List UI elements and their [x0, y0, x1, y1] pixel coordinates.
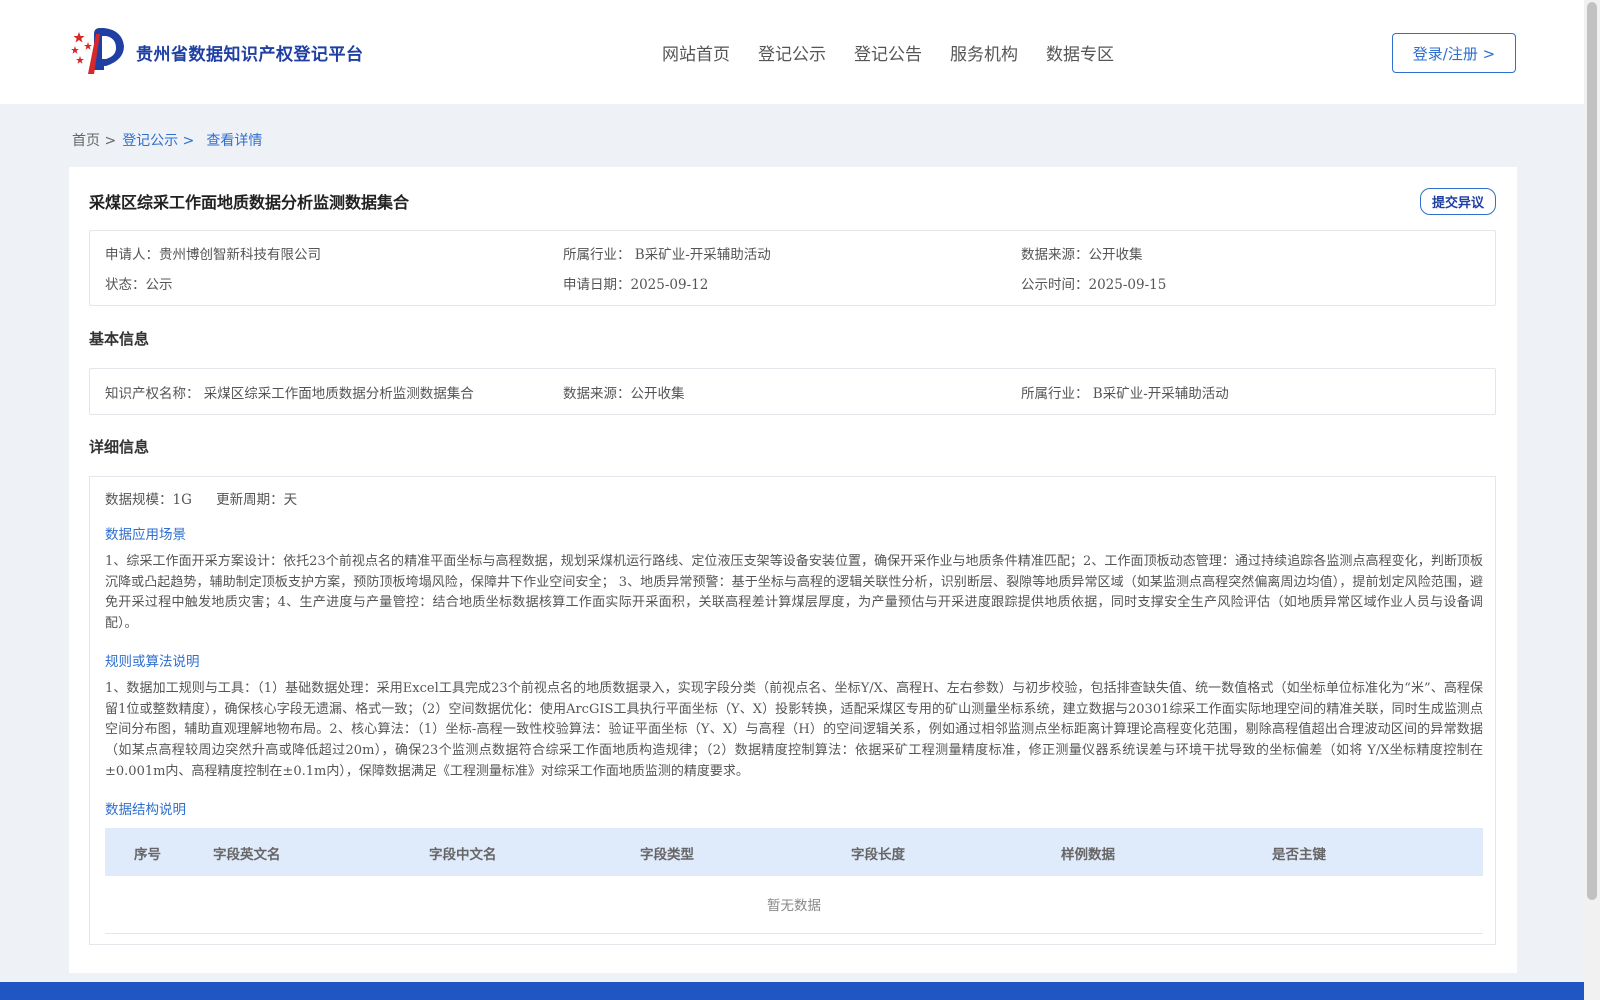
breadcrumb-list[interactable]: 登记公示 > — [122, 130, 194, 150]
col-index: 序号 — [134, 847, 161, 863]
breadcrumb-home[interactable]: 首页 > — [72, 130, 116, 150]
algorithm-text: 1、数据加工规则与工具：（1）基础数据处理：采用Excel工具完成23个前视点名… — [105, 681, 1483, 779]
data-scale: 数据规模：1G — [105, 492, 192, 508]
scenario-heading: 数据应用场景 — [105, 527, 186, 543]
basic-info-heading: 基本信息 — [89, 330, 150, 348]
page-scrollbar[interactable] — [1584, 0, 1600, 1000]
detail-info-box: 数据规模：1G 更新周期：天 数据应用场景 1、综采工作面开采方案设计：依托23… — [89, 476, 1496, 945]
status: 状态：公示 — [105, 277, 173, 293]
scrollbar-thumb[interactable] — [1587, 2, 1597, 900]
basic-data-source: 数据来源：公开收集 — [563, 386, 685, 402]
detail-card: 采煤区综采工作面地质数据分析监测数据集合 提交异议 申请人：贵州博创智新科技有限… — [69, 167, 1517, 973]
col-primary-key: 是否主键 — [1272, 847, 1326, 863]
table-empty-text: 暂无数据 — [767, 898, 821, 914]
scenario-text: 1、综采工作面开采方案设计：依托23个前视点名的精准平面坐标与高程数据，规划采煤… — [105, 554, 1483, 632]
table-header-row: 序号 字段英文名 字段中文名 字段类型 字段长度 样例数据 是否主键 — [105, 828, 1483, 876]
structure-heading: 数据结构说明 — [105, 802, 186, 818]
nav-registration-announcement[interactable]: 登记公告 — [854, 40, 922, 65]
detail-info-heading: 详细信息 — [89, 438, 150, 456]
breadcrumb-current: 查看详情 — [206, 133, 263, 149]
main-nav: 网站首页 登记公示 登记公告 服务机构 数据专区 — [662, 40, 1142, 65]
applicant: 申请人：贵州博创智新科技有限公司 — [105, 247, 321, 263]
nav-service-agencies[interactable]: 服务机构 — [950, 40, 1018, 65]
nav-data-zone[interactable]: 数据专区 — [1046, 40, 1114, 65]
publish-date: 公示时间：2025-09-15 — [1021, 277, 1167, 293]
logo-emblem-icon — [71, 28, 124, 74]
site-header: 贵州省数据知识产权登记平台 网站首页 登记公示 登记公告 服务机构 数据专区 登… — [0, 0, 1584, 104]
site-name: 贵州省数据知识产权登记平台 — [136, 44, 364, 65]
breadcrumb: 首页 > 登记公示 > 查看详情 — [72, 130, 268, 150]
site-footer — [0, 982, 1584, 1000]
submit-objection-button[interactable]: 提交异议 — [1420, 188, 1496, 215]
algorithm-heading: 规则或算法说明 — [105, 654, 200, 670]
login-register-button[interactable]: 登录/注册 > — [1392, 33, 1516, 73]
industry: 所属行业： B采矿业-开采辅助活动 — [563, 247, 771, 263]
col-field-cn: 字段中文名 — [429, 847, 497, 863]
table-divider — [105, 933, 1483, 934]
data-source: 数据来源：公开收集 — [1021, 247, 1143, 263]
scale-line: 数据规模：1G 更新周期：天 — [105, 488, 317, 508]
update-cycle: 更新周期：天 — [216, 492, 298, 508]
col-field-length: 字段长度 — [851, 847, 905, 863]
nav-registration-public[interactable]: 登记公示 — [758, 40, 826, 65]
site-logo[interactable]: 贵州省数据知识产权登记平台 — [70, 26, 364, 78]
summary-box: 申请人：贵州博创智新科技有限公司 所属行业： B采矿业-开采辅助活动 数据来源：… — [89, 230, 1496, 306]
col-field-en: 字段英文名 — [213, 847, 281, 863]
ip-name: 知识产权名称： 采煤区综采工作面地质数据分析监测数据集合 — [105, 386, 474, 402]
nav-home[interactable]: 网站首页 — [662, 40, 730, 65]
basic-industry: 所属行业： B采矿业-开采辅助活动 — [1021, 386, 1229, 402]
apply-date: 申请日期：2025-09-12 — [563, 277, 709, 293]
col-sample: 样例数据 — [1061, 847, 1115, 863]
col-field-type: 字段类型 — [640, 847, 694, 863]
page-title: 采煤区综采工作面地质数据分析监测数据集合 — [89, 193, 410, 212]
basic-info-box: 知识产权名称： 采煤区综采工作面地质数据分析监测数据集合 数据来源：公开收集 所… — [89, 368, 1496, 415]
